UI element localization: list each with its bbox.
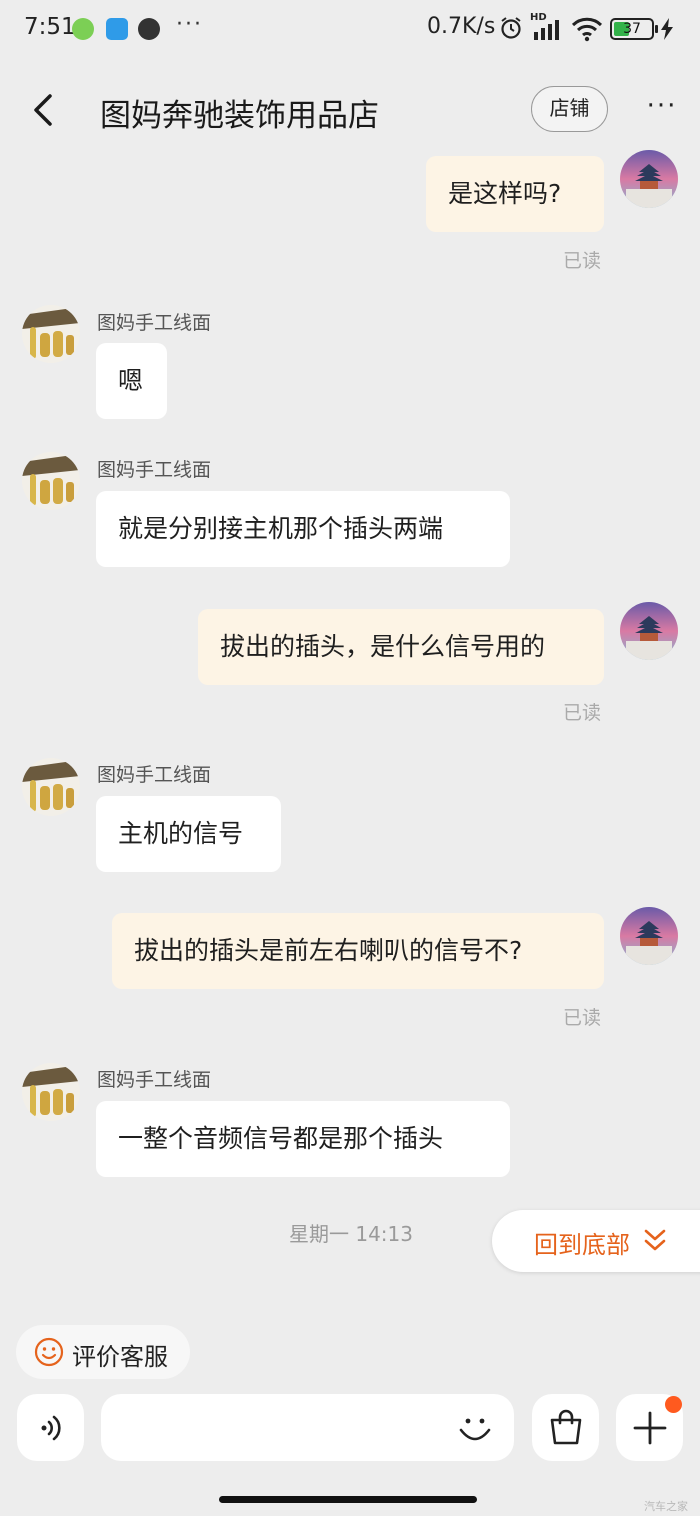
- shopping-bag-icon: [550, 1409, 582, 1445]
- network-speed: 0.7K/s: [427, 14, 496, 39]
- chevron-left-icon: [34, 94, 52, 126]
- status-bar: 7:51 ··· 0.7K/s HD 37: [0, 0, 700, 60]
- sender-name: 图妈手工线面: [97, 764, 212, 786]
- message-bubble-mine[interactable]: 是这样吗?: [426, 156, 604, 232]
- message-bubble-mine[interactable]: 拔出的插头，是什么信号用的: [198, 609, 604, 685]
- input-bar: [0, 1394, 700, 1466]
- battery-icon: 37: [610, 18, 658, 40]
- voice-input-button[interactable]: [17, 1394, 84, 1461]
- plus-icon: [633, 1411, 667, 1445]
- back-to-bottom-button[interactable]: 回到底部: [492, 1210, 700, 1272]
- my-avatar[interactable]: [620, 907, 678, 965]
- notification-badge: [665, 1396, 682, 1413]
- message-bubble-mine[interactable]: 拔出的插头是前左右喇叭的信号不?: [112, 913, 604, 989]
- emoji-button[interactable]: [455, 1408, 495, 1448]
- rate-service-label: 评价客服: [72, 1343, 168, 1371]
- status-time: 7:51: [24, 14, 76, 40]
- smiley-icon: [34, 1337, 64, 1367]
- message-timestamp: 星期一 14:13: [289, 1222, 413, 1246]
- sender-name: 图妈手工线面: [97, 459, 212, 481]
- my-avatar[interactable]: [620, 602, 678, 660]
- more-options-button[interactable]: ···: [640, 93, 684, 124]
- emoji-icon: [459, 1418, 491, 1441]
- my-avatar[interactable]: [620, 150, 678, 208]
- message-bubble-theirs[interactable]: 主机的信号: [96, 796, 281, 872]
- more-actions-button[interactable]: [616, 1394, 683, 1461]
- more-notifications-icon: ···: [176, 12, 203, 37]
- sender-name: 图妈手工线面: [97, 312, 212, 334]
- alarm-icon: [501, 17, 521, 39]
- seller-avatar[interactable]: [22, 758, 80, 816]
- page-title: 图妈奔驰装饰用品店: [100, 98, 379, 134]
- battery-level: 37: [623, 21, 641, 37]
- voice-icon: [41, 1415, 61, 1441]
- wifi-icon: [571, 17, 603, 42]
- temple-avatar-image: [620, 602, 678, 660]
- read-status: 已读: [563, 250, 602, 272]
- charging-icon: [661, 18, 673, 40]
- watermark: 汽车之家: [644, 1500, 688, 1513]
- seller-avatar[interactable]: [22, 305, 80, 363]
- products-button[interactable]: [532, 1394, 599, 1461]
- home-indicator[interactable]: [219, 1496, 477, 1503]
- wechat-notification-icon: [72, 18, 94, 40]
- seller-avatar[interactable]: [22, 452, 80, 510]
- message-bubble-theirs[interactable]: 一整个音频信号都是那个插头: [96, 1101, 510, 1177]
- seller-avatar-image: [22, 305, 80, 363]
- signal-icon: [534, 20, 559, 40]
- message-input[interactable]: [101, 1394, 514, 1461]
- read-status: 已读: [563, 1007, 602, 1029]
- app-notification-icon: [106, 18, 128, 40]
- back-to-bottom-label: 回到底部: [534, 1231, 630, 1259]
- shop-button[interactable]: 店铺: [531, 86, 608, 132]
- seller-avatar-image: [22, 452, 80, 510]
- chat-header: 图妈奔驰装饰用品店 店铺 ···: [0, 70, 700, 150]
- seller-avatar-image: [22, 758, 80, 816]
- rate-service-button[interactable]: 评价客服: [16, 1325, 190, 1379]
- back-button[interactable]: [26, 88, 62, 132]
- message-bubble-theirs[interactable]: 嗯: [96, 343, 167, 419]
- sender-name: 图妈手工线面: [97, 1069, 212, 1091]
- double-chevron-down-icon: [644, 1229, 666, 1251]
- temple-avatar-image: [620, 907, 678, 965]
- temple-avatar-image: [620, 150, 678, 208]
- clock-notification-icon: [138, 18, 160, 40]
- message-bubble-theirs[interactable]: 就是分别接主机那个插头两端: [96, 491, 510, 567]
- seller-avatar[interactable]: [22, 1063, 80, 1121]
- seller-avatar-image: [22, 1063, 80, 1121]
- read-status: 已读: [563, 702, 602, 724]
